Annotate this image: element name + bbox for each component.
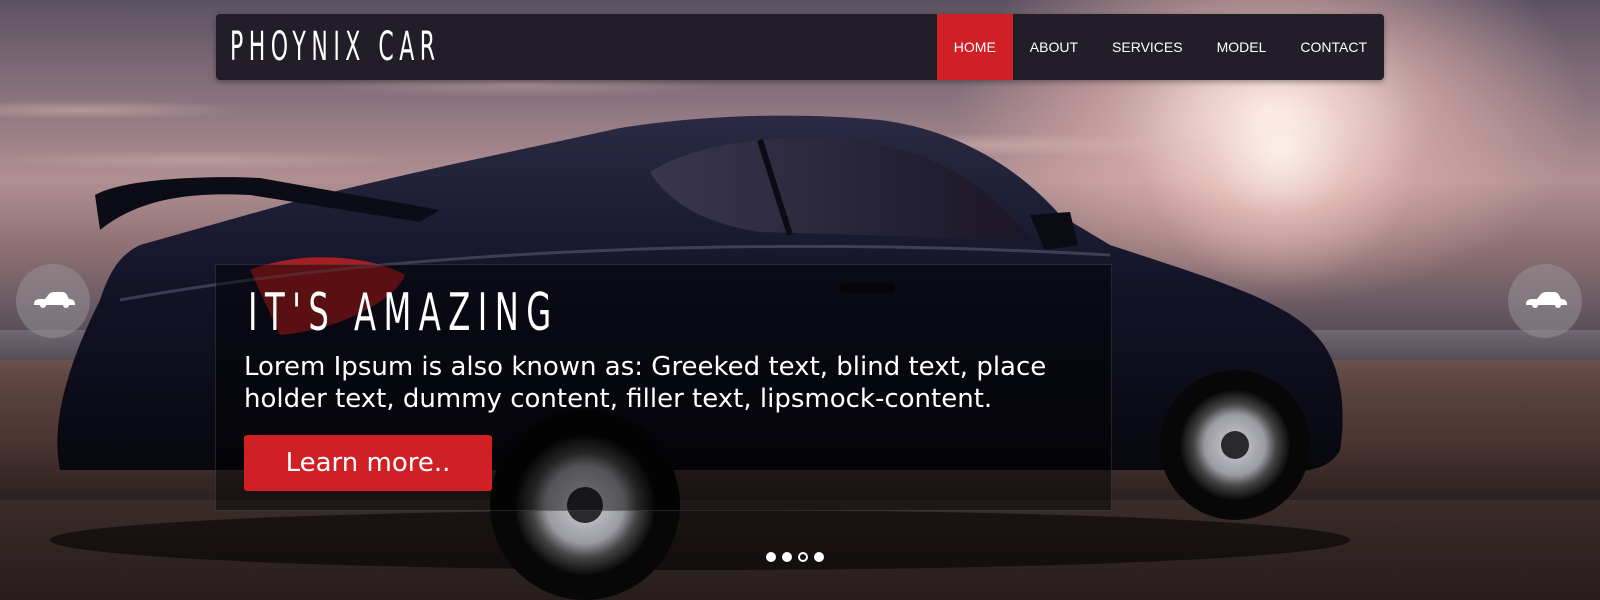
slider-dot-active[interactable] [798,552,808,562]
next-slide-button[interactable] [1508,264,1582,338]
car-icon [1526,292,1567,308]
nav-item-about[interactable]: ABOUT [1013,14,1095,80]
slider-dot[interactable] [814,552,824,562]
hero-slider: PHOYNIX CAR HOME ABOUT SERVICES MODEL CO… [0,0,1600,600]
slide-caption: IT'S AMAZING Lorem Ipsum is also known a… [215,264,1112,511]
prev-slide-button[interactable] [16,264,90,338]
car-icon [34,292,75,308]
slider-pagination [766,552,824,562]
navbar: PHOYNIX CAR HOME ABOUT SERVICES MODEL CO… [216,14,1384,80]
main-nav: HOME ABOUT SERVICES MODEL CONTACT [936,14,1384,80]
slide-title: IT'S AMAZING [248,283,559,343]
nav-item-home[interactable]: HOME [936,14,1013,80]
slider-dot[interactable] [766,552,776,562]
learn-more-button[interactable]: Learn more.. [244,435,492,491]
slide-text: Lorem Ipsum is also known as: Greeked te… [244,352,1047,414]
slider-dot[interactable] [782,552,792,562]
brand-logo[interactable]: PHOYNIX CAR [230,24,441,70]
nav-item-services[interactable]: SERVICES [1095,14,1200,80]
nav-item-model[interactable]: MODEL [1200,14,1284,80]
nav-item-contact[interactable]: CONTACT [1283,14,1384,80]
